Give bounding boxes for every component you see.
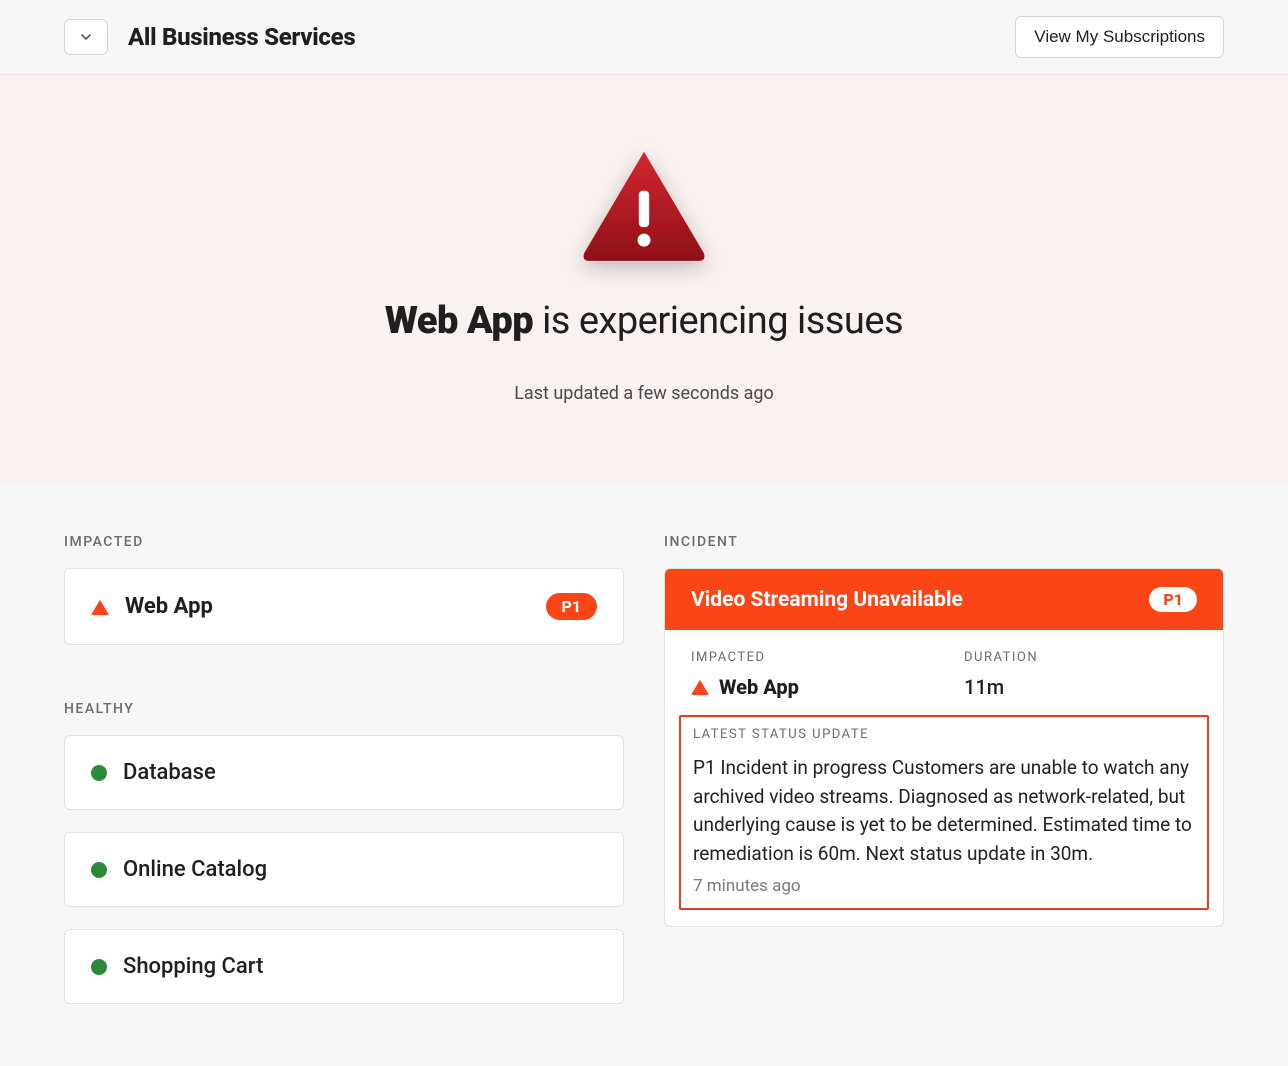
service-name: Web App	[125, 594, 213, 619]
healthy-service-card[interactable]: Database	[64, 735, 624, 810]
meta-label-duration: DURATION	[964, 650, 1197, 665]
hero-status-line: Web App is experiencing issues	[0, 299, 1288, 343]
alert-triangle-icon	[91, 599, 109, 615]
healthy-service-card[interactable]: Shopping Cart	[64, 929, 624, 1004]
incident-header: Video Streaming Unavailable P1	[665, 569, 1223, 630]
incident-duration-value: 11m	[964, 675, 1197, 699]
incident-title: Video Streaming Unavailable	[691, 588, 963, 612]
chevron-down-icon	[78, 29, 94, 45]
latest-status-update: LATEST STATUS UPDATE P1 Incident in prog…	[679, 715, 1209, 910]
incident-impacted-name: Web App	[719, 675, 799, 699]
status-update-text: P1 Incident in progress Customers are un…	[693, 754, 1195, 868]
incident-impacted-service: Web App	[691, 675, 924, 699]
healthy-dot-icon	[91, 959, 107, 975]
alert-triangle-icon	[579, 145, 709, 265]
header-left: All Business Services	[64, 19, 355, 55]
service-card-left: Database	[91, 760, 216, 785]
service-card-left: Shopping Cart	[91, 954, 263, 979]
status-update-time: 7 minutes ago	[693, 876, 1195, 896]
service-name: Online Catalog	[123, 857, 267, 882]
incident-impacted-block: IMPACTED Web App	[691, 650, 924, 699]
healthy-dot-icon	[91, 862, 107, 878]
incident-meta: IMPACTED Web App DURATION 11m	[665, 630, 1223, 715]
incident-column: INCIDENT Video Streaming Unavailable P1 …	[664, 534, 1224, 1026]
services-column: IMPACTED Web App P1 HEALTHY Database Onl…	[64, 534, 624, 1026]
status-hero: Web App is experiencing issues Last upda…	[0, 75, 1288, 484]
alert-triangle-icon	[691, 679, 709, 695]
service-name: Shopping Cart	[123, 954, 263, 979]
incident-duration-block: DURATION 11m	[964, 650, 1197, 699]
healthy-service-card[interactable]: Online Catalog	[64, 832, 624, 907]
healthy-dot-icon	[91, 765, 107, 781]
hero-last-updated: Last updated a few seconds ago	[0, 383, 1288, 404]
services-dropdown-toggle[interactable]	[64, 19, 108, 55]
service-name: Database	[123, 760, 216, 785]
page-header: All Business Services View My Subscripti…	[0, 0, 1288, 75]
impacted-label: IMPACTED	[64, 534, 624, 550]
service-card-left: Web App	[91, 594, 213, 619]
incident-card[interactable]: Video Streaming Unavailable P1 IMPACTED …	[664, 568, 1224, 927]
meta-label-status: LATEST STATUS UPDATE	[693, 727, 1195, 742]
content-columns: IMPACTED Web App P1 HEALTHY Database Onl…	[0, 484, 1288, 1066]
hero-suffix: is experiencing issues	[533, 299, 903, 343]
healthy-label: HEALTHY	[64, 701, 624, 717]
view-subscriptions-button[interactable]: View My Subscriptions	[1015, 16, 1224, 58]
hero-service-name: Web App	[385, 299, 533, 343]
impacted-service-card[interactable]: Web App P1	[64, 568, 624, 645]
priority-badge: P1	[1149, 587, 1197, 612]
meta-label-impacted: IMPACTED	[691, 650, 924, 665]
incident-label: INCIDENT	[664, 534, 1224, 550]
page-title: All Business Services	[128, 23, 355, 51]
priority-badge: P1	[546, 593, 598, 620]
service-card-left: Online Catalog	[91, 857, 267, 882]
